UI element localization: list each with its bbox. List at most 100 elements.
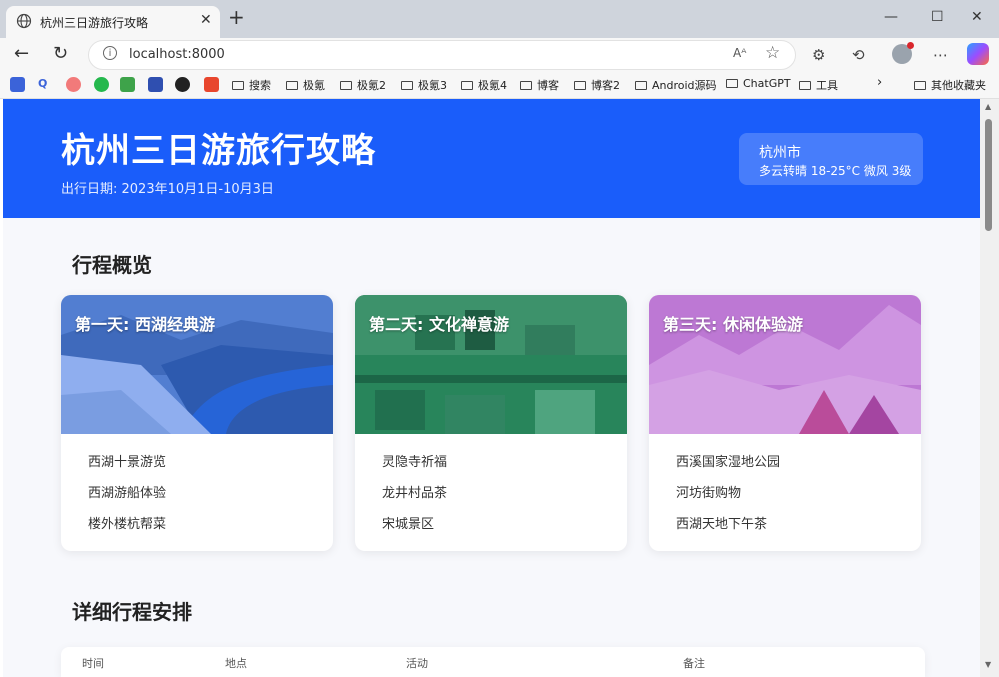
site-info-icon[interactable]: i (103, 46, 117, 60)
folder-icon (340, 81, 352, 90)
address-bar[interactable]: i localhost:8000 Aᴬ ☆ (88, 40, 796, 70)
bookmark-s-icon[interactable] (66, 77, 81, 92)
day-card-title: 第二天: 文化禅意游 (369, 315, 509, 334)
page-scrollbar[interactable]: ▲ ▼ (980, 99, 999, 677)
more-menu-icon[interactable]: ⋯ (933, 46, 948, 64)
back-icon[interactable]: ← (14, 43, 29, 65)
tab-title: 杭州三日游旅行攻略 (40, 16, 149, 30)
bookmark-folder[interactable]: 搜索 (232, 77, 271, 93)
bookmark-folder[interactable]: 极氪2 (340, 77, 386, 93)
column-header-notes: 备注 (683, 657, 705, 670)
bookmark-label: 其他收藏夹 (931, 79, 986, 92)
android-icon[interactable] (120, 77, 135, 92)
folder-icon (726, 79, 738, 88)
scroll-up-icon[interactable]: ▲ (985, 102, 991, 111)
window-close-icon[interactable]: ✕ (971, 9, 983, 25)
more-bookmarks-chevron-icon[interactable]: › (877, 75, 882, 90)
list-item: 西湖游船体验 (88, 486, 167, 501)
copilot-icon[interactable] (967, 43, 989, 65)
folder-icon (286, 81, 298, 90)
bookmark-label: 极氪3 (418, 79, 447, 92)
page-viewport: 杭州三日游旅行攻略 出行日期: 2023年10月1日-10月3日 杭州市 多云转… (3, 99, 980, 677)
bookmark-c-icon[interactable] (204, 77, 219, 92)
search-bookmark-icon[interactable]: Q (38, 77, 47, 90)
column-header-location: 地点 (225, 657, 247, 670)
day-card[interactable]: 第三天: 休闲体验游 西溪国家湿地公园 河坊街购物 西湖天地下午茶 (649, 295, 921, 551)
bookmark-folder[interactable]: 极氪3 (401, 77, 447, 93)
read-aloud-icon[interactable]: Aᴬ (733, 46, 746, 60)
bookmark-folder[interactable]: ChatGPT (726, 77, 791, 90)
github-icon[interactable] (175, 77, 190, 92)
globe-icon (16, 13, 32, 29)
details-section-title: 详细行程安排 (72, 600, 192, 624)
list-item: 西溪国家湿地公园 (676, 455, 781, 470)
list-item: 楼外楼杭帮菜 (88, 517, 167, 532)
column-header-activity: 活动 (406, 657, 428, 670)
minimize-icon[interactable]: — (884, 9, 898, 25)
folder-icon (574, 81, 586, 90)
bookmark-folder[interactable]: 博客 (520, 77, 559, 93)
itinerary-table-header: 时间 地点 活动 备注 (61, 647, 925, 677)
tab-close-icon[interactable]: ✕ (200, 12, 212, 28)
extensions-icon[interactable]: ⚙ (812, 46, 825, 64)
profile-avatar[interactable] (892, 42, 914, 64)
history-icon[interactable]: ⟲ (852, 46, 865, 64)
folder-icon (520, 81, 532, 90)
maximize-icon[interactable]: ☐ (931, 9, 944, 25)
day-card-list: 西湖十景游览 西湖游船体验 楼外楼杭帮菜 (88, 453, 166, 546)
url-text: localhost:8000 (129, 47, 225, 62)
bookmark-folder[interactable]: Android源码 (635, 77, 717, 93)
list-item: 西湖天地下午茶 (676, 517, 768, 532)
list-item: 灵隐寺祈福 (382, 455, 448, 470)
bookmark-folder[interactable]: 极氪 (286, 77, 325, 93)
travel-date: 出行日期: 2023年10月1日-10月3日 (61, 182, 274, 197)
day-card[interactable]: 第一天: 西湖经典游 西湖十景游览 西湖游船体验 楼外楼杭帮菜 (61, 295, 333, 551)
bookmark-label: 极氪 (303, 79, 325, 92)
new-tab-icon[interactable]: + (228, 7, 245, 27)
scroll-down-icon[interactable]: ▼ (985, 660, 991, 669)
weather-conditions: 多云转晴 18-25°C 微风 3级 (759, 164, 912, 178)
other-bookmarks-folder[interactable]: 其他收藏夹 (914, 77, 986, 93)
notification-dot (907, 42, 914, 49)
scrollbar-thumb[interactable] (985, 119, 992, 231)
bookmark-label: 极氪4 (478, 79, 507, 92)
page-header: 杭州三日游旅行攻略 出行日期: 2023年10月1日-10月3日 杭州市 多云转… (3, 99, 980, 218)
bookmark-m-icon[interactable] (148, 77, 163, 92)
page-title: 杭州三日游旅行攻略 (61, 131, 376, 171)
list-item: 西湖十景游览 (88, 455, 167, 470)
bookmark-green-icon[interactable] (94, 77, 109, 92)
bookmark-label: ChatGPT (743, 77, 791, 90)
weather-card: 杭州市 多云转晴 18-25°C 微风 3级 (739, 133, 923, 185)
bookmark-label: 工具 (816, 79, 838, 92)
bookmark-site-icon[interactable] (10, 77, 25, 92)
folder-icon (232, 81, 244, 90)
bookmark-folder[interactable]: 工具 (799, 77, 838, 93)
browser-toolbar: ← ↻ i localhost:8000 Aᴬ ☆ ⚙ ⟲ ⋯ (0, 38, 999, 72)
bookmark-label: Android源码 (652, 79, 717, 92)
column-header-time: 时间 (82, 657, 104, 670)
folder-icon (401, 81, 413, 90)
bookmark-folder[interactable]: 极氪4 (461, 77, 507, 93)
favorite-star-icon[interactable]: ☆ (765, 43, 780, 63)
overview-section-title: 行程概览 (72, 253, 152, 277)
list-item: 河坊街购物 (676, 486, 742, 501)
day-card-list: 西溪国家湿地公园 河坊街购物 西湖天地下午茶 (676, 453, 780, 546)
list-item: 龙井村品茶 (382, 486, 448, 501)
bookmarks-bar: Q 搜索 极氪 极氪2 极氪3 极氪4 博客 博客2 Android源码 Cha… (0, 72, 999, 99)
folder-icon (461, 81, 473, 90)
bookmark-label: 搜索 (249, 79, 271, 92)
day-card-list: 灵隐寺祈福 龙井村品茶 宋城景区 (382, 453, 447, 546)
bookmark-label: 极氪2 (357, 79, 386, 92)
folder-icon (799, 81, 811, 90)
bookmark-label: 博客2 (591, 79, 620, 92)
bookmark-folder[interactable]: 博客2 (574, 77, 620, 93)
day-card-title: 第一天: 西湖经典游 (75, 315, 215, 334)
browser-tab[interactable]: 杭州三日游旅行攻略 ✕ (6, 6, 220, 38)
day-card[interactable]: 第二天: 文化禅意游 灵隐寺祈福 龙井村品茶 宋城景区 (355, 295, 627, 551)
bookmark-label: 博客 (537, 79, 559, 92)
day-card-title: 第三天: 休闲体验游 (663, 315, 803, 334)
weather-city: 杭州市 (759, 145, 801, 161)
folder-icon (635, 81, 647, 90)
list-item: 宋城景区 (382, 517, 435, 532)
refresh-icon[interactable]: ↻ (53, 43, 68, 65)
